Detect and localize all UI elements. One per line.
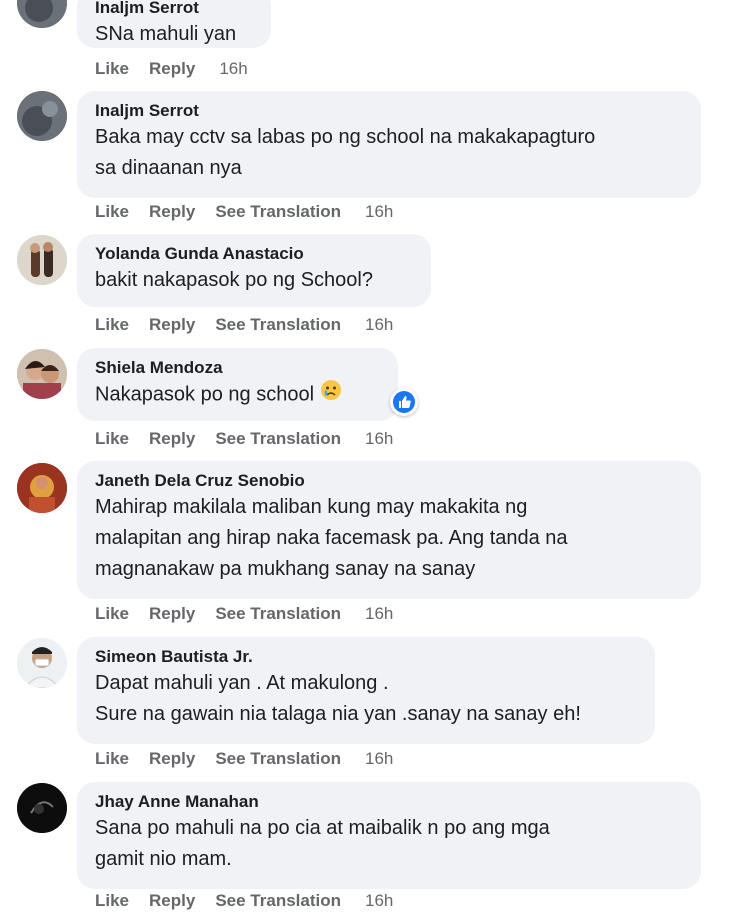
avatar-image xyxy=(17,638,67,688)
avatar-image xyxy=(17,783,67,833)
comment-actions: Like Reply 16h xyxy=(95,59,248,79)
comment-author[interactable]: Inaljm Serrot xyxy=(95,100,681,122)
comment-text-line: Sure na gawain nia talaga nia yan .sanay… xyxy=(95,703,581,725)
comment-bubble: Shiela Mendoza Nakapasok po ng school xyxy=(77,348,398,421)
reply-button[interactable]: Reply xyxy=(149,429,195,448)
comment-timestamp[interactable]: 16h xyxy=(365,315,393,334)
like-button[interactable]: Like xyxy=(95,891,129,910)
comment-actions: Like Reply See Translation 16h xyxy=(95,202,393,222)
avatar[interactable] xyxy=(17,235,67,285)
comment-author[interactable]: Janeth Dela Cruz Senobio xyxy=(95,470,681,492)
avatar-image xyxy=(17,463,67,513)
see-translation-link[interactable]: See Translation xyxy=(215,429,341,448)
comment-text-line: Dapat mahuli yan . At makulong . xyxy=(95,672,389,694)
comment-author[interactable]: Shiela Mendoza xyxy=(95,357,378,379)
comment-bubble: Simeon Bautista Jr. Dapat mahuli yan . A… xyxy=(77,637,655,744)
comment-text-line: SNa mahuli yan xyxy=(95,23,237,45)
comment-text-line: Baka may cctv sa labas po ng school na m… xyxy=(95,126,596,148)
comment-actions: Like Reply See Translation 16h xyxy=(95,429,393,449)
comment-timestamp[interactable]: 16h xyxy=(219,59,247,78)
reply-button[interactable]: Reply xyxy=(149,59,195,78)
comment-text: Nakapasok po ng school xyxy=(95,383,315,406)
avatar[interactable] xyxy=(17,638,67,688)
comment-timestamp[interactable]: 16h xyxy=(365,429,393,448)
like-button[interactable]: Like xyxy=(95,429,129,448)
reply-button[interactable]: Reply xyxy=(149,891,195,910)
reply-button[interactable]: Reply xyxy=(149,315,195,334)
see-translation-link[interactable]: See Translation xyxy=(215,315,341,334)
comment-text-line: magnanakaw pa mukhang sanay na sanay xyxy=(95,558,476,580)
see-translation-link[interactable]: See Translation xyxy=(215,604,341,623)
avatar[interactable] xyxy=(17,783,67,833)
comment-author[interactable]: Yolanda Gunda Anastacio xyxy=(95,243,411,265)
see-translation-link[interactable]: See Translation xyxy=(215,749,341,768)
comment-text-line: bakit nakapasok po ng School? xyxy=(95,269,373,291)
like-button[interactable]: Like xyxy=(95,749,129,768)
comment-actions: Like Reply See Translation 16h xyxy=(95,891,393,911)
comment-timestamp[interactable]: 16h xyxy=(365,749,393,768)
avatar-image xyxy=(17,0,67,28)
comment-bubble: Inaljm Serrot SNa mahuli yan xyxy=(77,0,271,48)
like-button[interactable]: Like xyxy=(95,59,129,78)
comment-bubble: Yolanda Gunda Anastacio bakit nakapasok … xyxy=(77,234,431,307)
comment-text-line: sa dinaanan nya xyxy=(95,157,242,179)
comment-actions: Like Reply See Translation 16h xyxy=(95,315,393,335)
comment-text-line: Nakapasok po ng school xyxy=(95,379,378,411)
reply-button[interactable]: Reply xyxy=(149,202,195,221)
comment-author[interactable]: Inaljm Serrot xyxy=(95,0,251,19)
comment-author[interactable]: Jhay Anne Manahan xyxy=(95,791,681,813)
see-translation-link[interactable]: See Translation xyxy=(215,202,341,221)
comment-bubble: Inaljm Serrot Baka may cctv sa labas po … xyxy=(77,91,701,198)
like-button[interactable]: Like xyxy=(95,604,129,623)
reply-button[interactable]: Reply xyxy=(149,749,195,768)
avatar-image xyxy=(17,349,67,399)
like-reaction-icon[interactable] xyxy=(390,388,418,416)
crying-face-icon xyxy=(320,379,342,411)
comment-author[interactable]: Simeon Bautista Jr. xyxy=(95,646,635,668)
comment-timestamp[interactable]: 16h xyxy=(365,202,393,221)
see-translation-link[interactable]: See Translation xyxy=(215,891,341,910)
comment-timestamp[interactable]: 16h xyxy=(365,604,393,623)
comment-bubble: Jhay Anne Manahan Sana po mahuli na po c… xyxy=(77,782,701,889)
comment-actions: Like Reply See Translation 16h xyxy=(95,749,393,769)
comment-timestamp[interactable]: 16h xyxy=(365,891,393,910)
avatar-image xyxy=(17,91,67,141)
like-button[interactable]: Like xyxy=(95,202,129,221)
avatar[interactable] xyxy=(17,91,67,141)
like-button[interactable]: Like xyxy=(95,315,129,334)
avatar[interactable] xyxy=(17,349,67,399)
comment-text-line: gamit nio mam. xyxy=(95,848,232,870)
comment-text-line: malapitan ang hirap naka facemask pa. An… xyxy=(95,527,568,549)
avatar[interactable] xyxy=(17,463,67,513)
comment-text-line: Mahirap makilala maliban kung may makaki… xyxy=(95,496,528,518)
avatar[interactable] xyxy=(17,0,67,28)
reply-button[interactable]: Reply xyxy=(149,604,195,623)
avatar-image xyxy=(17,235,67,285)
comment-actions: Like Reply See Translation 16h xyxy=(95,604,393,624)
comment-text-line: Sana po mahuli na po cia at maibalik n p… xyxy=(95,817,550,839)
comment-bubble: Janeth Dela Cruz Senobio Mahirap makilal… xyxy=(77,461,701,599)
